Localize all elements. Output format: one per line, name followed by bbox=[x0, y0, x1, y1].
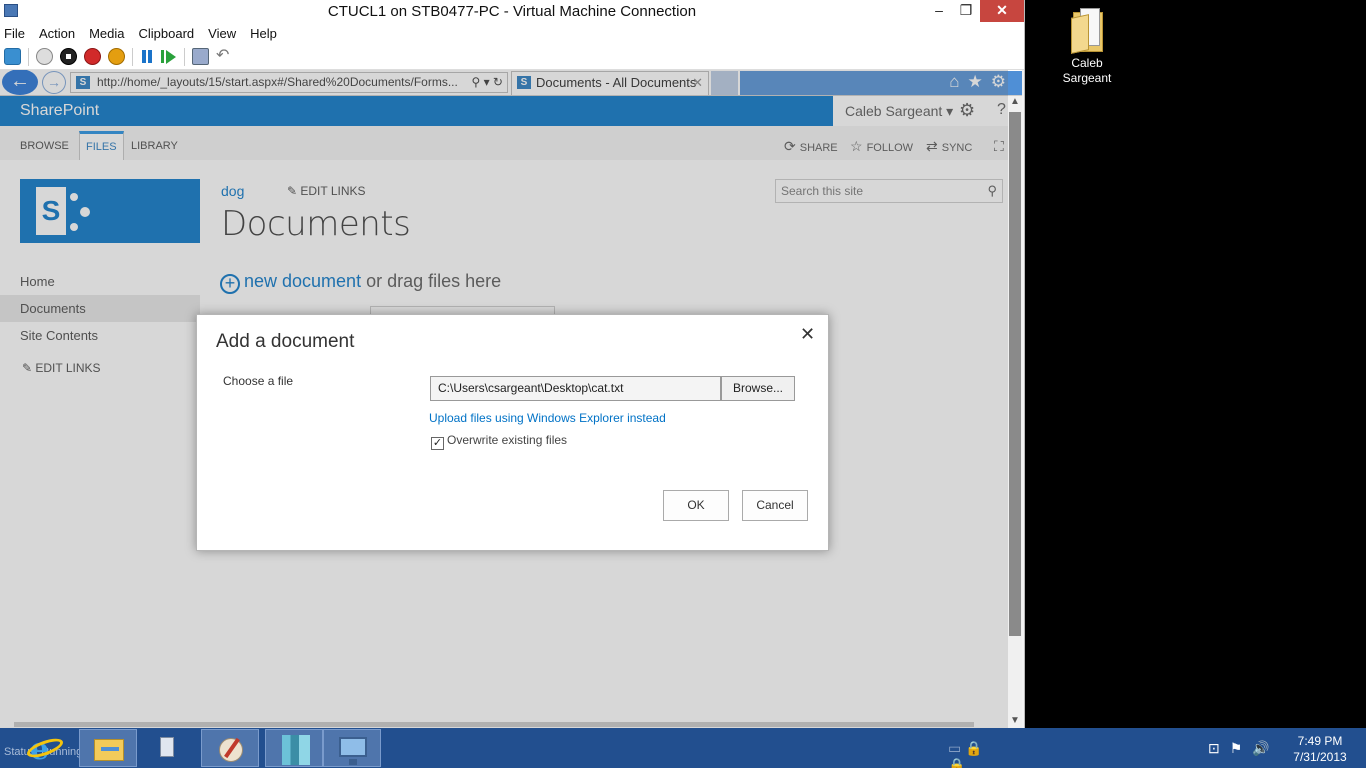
vm-status-icons: ▭🔒🔒 bbox=[948, 740, 987, 768]
menu-view[interactable]: View bbox=[208, 26, 236, 41]
upload-explorer-link[interactable]: Upload files using Windows Explorer inst… bbox=[429, 411, 666, 425]
menu-clipboard[interactable]: Clipboard bbox=[139, 26, 195, 41]
desktop-folder-caleb-sargeant[interactable]: Caleb Sargeant bbox=[1052, 6, 1122, 86]
file-path-input[interactable]: C:\Users\csargeant\Desktop\cat.txt bbox=[430, 376, 721, 401]
scroll-up-icon[interactable]: ▲ bbox=[1010, 96, 1020, 107]
clock-time: 7:49 PM bbox=[1297, 734, 1343, 748]
shutdown-icon[interactable] bbox=[84, 48, 101, 65]
overwrite-option[interactable]: ✓ Overwrite existing files bbox=[431, 433, 567, 450]
scroll-thumb[interactable] bbox=[1009, 112, 1021, 636]
choose-file-label: Choose a file bbox=[223, 374, 294, 388]
cancel-button[interactable]: Cancel bbox=[742, 490, 808, 521]
desktop-icon-label: Caleb Sargeant bbox=[1062, 56, 1112, 85]
computer-icon bbox=[339, 737, 367, 765]
toolbar-separator bbox=[184, 47, 185, 66]
menu-file[interactable]: File bbox=[4, 26, 25, 41]
start-icon[interactable] bbox=[36, 48, 53, 65]
add-document-dialog: Add a document ✕ Choose a file C:\Users\… bbox=[196, 314, 829, 551]
close-window-button[interactable]: ✕ bbox=[980, 0, 1024, 22]
turn-off-icon[interactable] bbox=[60, 48, 77, 65]
clock[interactable]: 7:49 PM 7/31/2013 bbox=[1290, 733, 1350, 765]
internet-explorer-icon: e bbox=[24, 732, 66, 767]
minimize-button[interactable]: – bbox=[925, 0, 953, 22]
dialog-close-icon[interactable]: ✕ bbox=[800, 324, 815, 345]
ctrl-alt-del-icon[interactable] bbox=[4, 48, 21, 65]
clock-date: 7/31/2013 bbox=[1293, 750, 1347, 764]
reset-icon[interactable] bbox=[161, 48, 177, 65]
browse-button[interactable]: Browse... bbox=[721, 376, 795, 401]
menu-help[interactable]: Help bbox=[250, 26, 277, 41]
vm-title-bar[interactable]: CTUCL1 on STB0477-PC - Virtual Machine C… bbox=[0, 0, 1024, 22]
menu-media[interactable]: Media bbox=[89, 26, 124, 41]
overwrite-label: Overwrite existing files bbox=[447, 433, 568, 447]
pause-icon[interactable] bbox=[140, 48, 154, 65]
snapshot-icon[interactable] bbox=[192, 48, 209, 65]
dialog-title: Add a document bbox=[216, 331, 355, 352]
horizontal-scrollbar[interactable] bbox=[14, 722, 974, 727]
vertical-scrollbar[interactable]: ▲ ▼ bbox=[1008, 96, 1022, 728]
overwrite-checkbox[interactable]: ✓ bbox=[431, 437, 444, 450]
building-icon bbox=[282, 735, 310, 765]
taskbar: Status: Running e ▭🔒🔒 ⊡⚑🔊 7:49 PM 7/31/2… bbox=[0, 728, 1366, 768]
vm-window-title: CTUCL1 on STB0477-PC - Virtual Machine C… bbox=[327, 3, 697, 20]
revert-icon[interactable]: ↶ bbox=[216, 48, 234, 65]
taskbar-server-app[interactable] bbox=[265, 729, 323, 767]
taskbar-paint[interactable] bbox=[201, 729, 259, 767]
ok-button[interactable]: OK bbox=[663, 490, 729, 521]
save-state-icon[interactable] bbox=[108, 48, 125, 65]
taskbar-internet-explorer[interactable]: e bbox=[18, 729, 76, 767]
toolbar-separator bbox=[28, 47, 29, 66]
vm-toolbar: ↶ bbox=[0, 44, 1024, 70]
file-explorer-icon bbox=[94, 739, 124, 761]
toolbar-separator bbox=[132, 47, 133, 66]
system-tray-icons[interactable]: ⊡⚑🔊 bbox=[1208, 740, 1280, 757]
restore-button[interactable]: ❐ bbox=[952, 0, 980, 22]
vm-menu-bar: File Action Media Clipboard View Help bbox=[0, 22, 1024, 44]
taskbar-document-icon[interactable] bbox=[160, 737, 174, 757]
folder-icon bbox=[1067, 6, 1107, 54]
taskbar-file-explorer[interactable] bbox=[79, 729, 137, 767]
scroll-down-icon[interactable]: ▼ bbox=[1010, 715, 1020, 726]
paint-icon bbox=[219, 738, 243, 762]
taskbar-vm-connection[interactable] bbox=[323, 729, 381, 767]
menu-action[interactable]: Action bbox=[39, 26, 75, 41]
